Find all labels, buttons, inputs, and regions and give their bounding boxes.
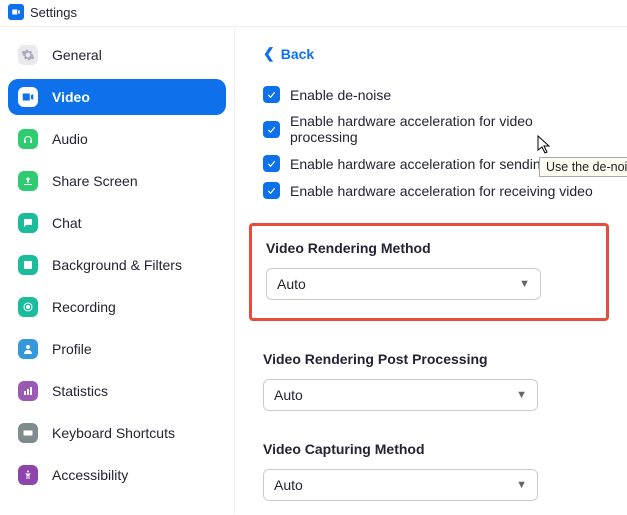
back-label: Back bbox=[281, 46, 314, 62]
gear-icon bbox=[18, 45, 38, 65]
checkbox-enable-denoise[interactable] bbox=[263, 86, 280, 103]
sidebar-item-chat[interactable]: Chat bbox=[8, 205, 226, 241]
recording-icon bbox=[18, 297, 38, 317]
checkbox-row-hw-receiving: Enable hardware acceleration for receivi… bbox=[263, 182, 599, 199]
highlight-box: Video Rendering Method Auto ▼ bbox=[249, 223, 609, 321]
sidebar-item-label: Statistics bbox=[52, 383, 108, 399]
sidebar: General Video Audio Share Screen Chat bbox=[0, 27, 235, 514]
statistics-icon bbox=[18, 381, 38, 401]
content-panel: ❮ Back Enable de-noise Enable hardware a… bbox=[235, 27, 627, 514]
tooltip: Use the de-noise method to improve video… bbox=[539, 157, 627, 177]
select-capturing-method[interactable]: Auto ▼ bbox=[263, 469, 538, 501]
group-post-processing: Video Rendering Post Processing Auto ▼ bbox=[263, 351, 599, 411]
sidebar-item-keyboard-shortcuts[interactable]: Keyboard Shortcuts bbox=[8, 415, 226, 451]
group-capturing-method: Video Capturing Method Auto ▼ bbox=[263, 441, 599, 501]
main-layout: General Video Audio Share Screen Chat bbox=[0, 27, 627, 514]
chevron-down-icon: ▼ bbox=[516, 479, 527, 491]
select-value: Auto bbox=[274, 477, 303, 493]
checkbox-hw-receiving[interactable] bbox=[263, 182, 280, 199]
background-icon bbox=[18, 255, 38, 275]
sidebar-item-label: General bbox=[52, 47, 102, 63]
select-value: Auto bbox=[277, 276, 306, 292]
checkbox-hw-sending[interactable] bbox=[263, 155, 280, 172]
sidebar-item-label: Keyboard Shortcuts bbox=[52, 425, 175, 441]
checkbox-hw-processing[interactable] bbox=[263, 121, 280, 138]
select-rendering-method[interactable]: Auto ▼ bbox=[266, 268, 541, 300]
sidebar-item-audio[interactable]: Audio bbox=[8, 121, 226, 157]
sidebar-item-share-screen[interactable]: Share Screen bbox=[8, 163, 226, 199]
group-title-capturing-method: Video Capturing Method bbox=[263, 441, 599, 457]
select-value: Auto bbox=[274, 387, 303, 403]
checkbox-label: Enable de-noise bbox=[290, 87, 391, 103]
sidebar-item-profile[interactable]: Profile bbox=[8, 331, 226, 367]
chevron-down-icon: ▼ bbox=[519, 278, 530, 290]
group-title-post-processing: Video Rendering Post Processing bbox=[263, 351, 599, 367]
select-post-processing[interactable]: Auto ▼ bbox=[263, 379, 538, 411]
sidebar-item-label: Video bbox=[52, 89, 90, 105]
sidebar-item-accessibility[interactable]: Accessibility bbox=[8, 457, 226, 493]
profile-icon bbox=[18, 339, 38, 359]
cursor-icon bbox=[537, 135, 553, 155]
chat-icon bbox=[18, 213, 38, 233]
share-screen-icon bbox=[18, 171, 38, 191]
sidebar-item-statistics[interactable]: Statistics bbox=[8, 373, 226, 409]
chevron-left-icon: ❮ bbox=[263, 45, 275, 62]
sidebar-item-video[interactable]: Video bbox=[8, 79, 226, 115]
checkbox-row-denoise: Enable de-noise bbox=[263, 86, 599, 103]
back-link[interactable]: ❮ Back bbox=[263, 45, 314, 62]
sidebar-item-label: Accessibility bbox=[52, 467, 128, 483]
titlebar: Settings bbox=[0, 0, 627, 24]
checkbox-label: Enable hardware acceleration for receivi… bbox=[290, 183, 593, 199]
group-title-rendering-method: Video Rendering Method bbox=[266, 240, 592, 256]
chevron-down-icon: ▼ bbox=[516, 389, 527, 401]
headphones-icon bbox=[18, 129, 38, 149]
sidebar-item-label: Audio bbox=[52, 131, 88, 147]
sidebar-item-label: Recording bbox=[52, 299, 116, 315]
window-title: Settings bbox=[30, 5, 77, 20]
sidebar-item-background-filters[interactable]: Background & Filters bbox=[8, 247, 226, 283]
sidebar-item-label: Profile bbox=[52, 341, 92, 357]
keyboard-icon bbox=[18, 423, 38, 443]
sidebar-item-label: Chat bbox=[52, 215, 82, 231]
video-icon bbox=[18, 87, 38, 107]
sidebar-item-label: Background & Filters bbox=[52, 257, 182, 273]
sidebar-item-general[interactable]: General bbox=[8, 37, 226, 73]
accessibility-icon bbox=[18, 465, 38, 485]
app-icon bbox=[8, 4, 24, 20]
sidebar-item-recording[interactable]: Recording bbox=[8, 289, 226, 325]
sidebar-item-label: Share Screen bbox=[52, 173, 138, 189]
